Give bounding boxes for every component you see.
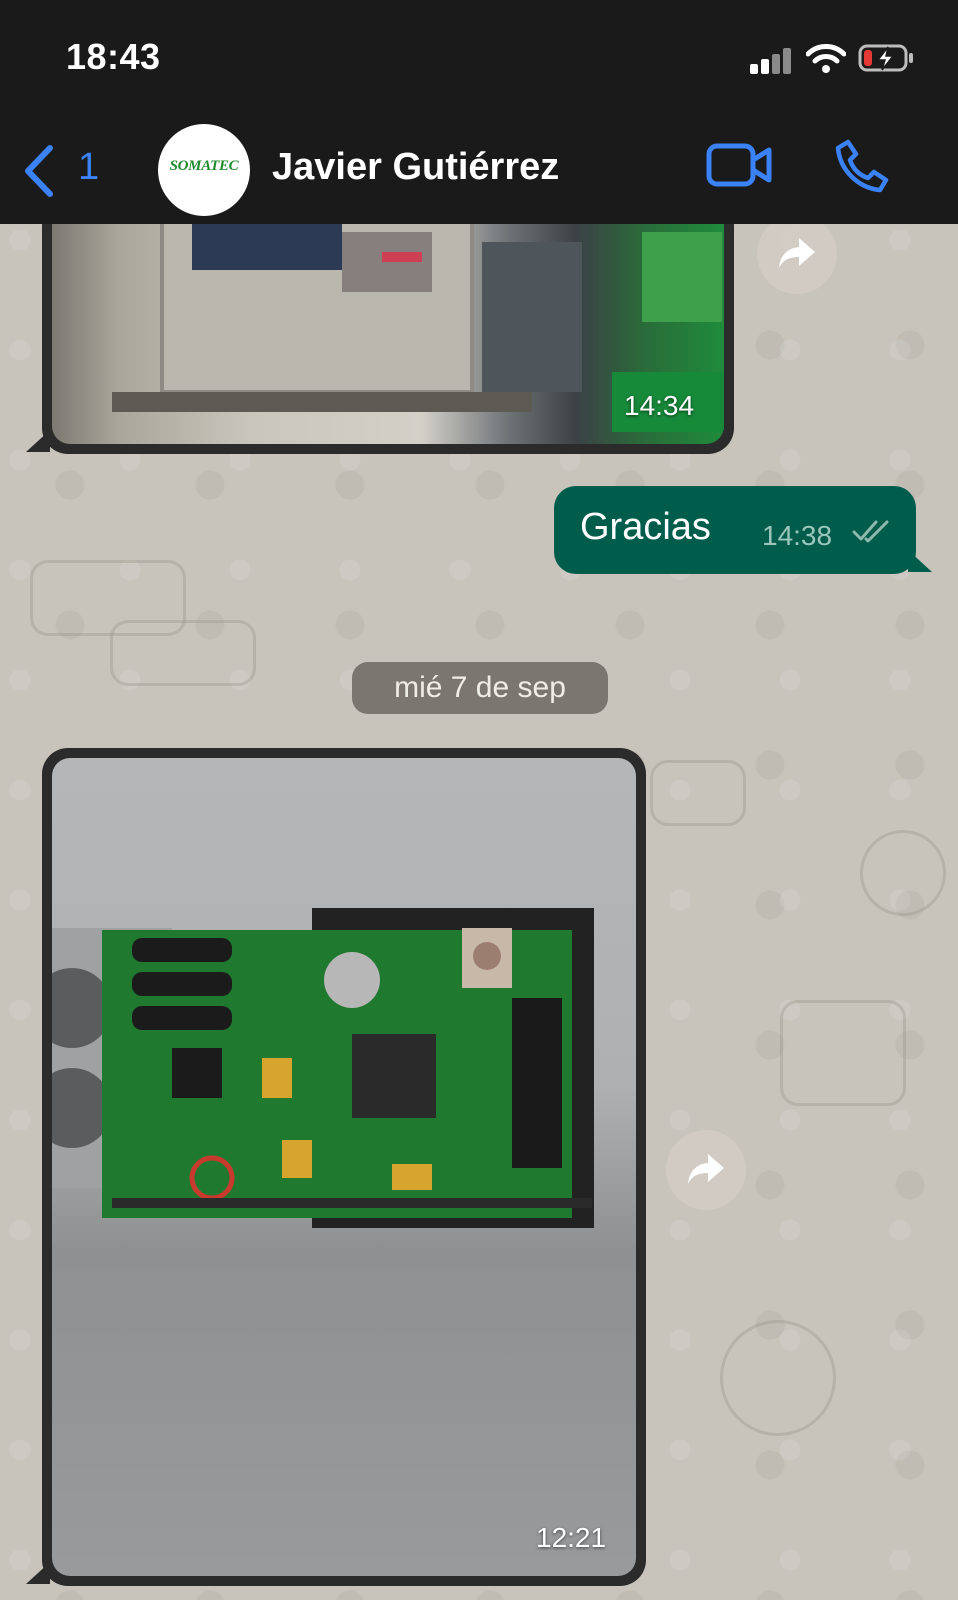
forward-arrow-icon: [779, 238, 815, 268]
outgoing-message-bubble[interactable]: Gracias 14:38: [554, 486, 916, 574]
video-call-button[interactable]: [706, 142, 772, 188]
back-button[interactable]: [20, 144, 56, 198]
forward-arrow-icon: [688, 1154, 724, 1184]
cellular-signal-icon: [750, 48, 794, 74]
image-message-bubble[interactable]: 12:21: [42, 748, 646, 1586]
forward-button[interactable]: [666, 1130, 746, 1210]
wifi-icon: [806, 44, 846, 73]
avatar-logo-text: SOMATEC: [169, 158, 239, 174]
date-separator-label: mié 7 de sep: [394, 671, 566, 704]
chat-header: 18:43 1 SOMATEC Javier Gutiérrez: [0, 0, 958, 224]
battery-charging-icon: [858, 44, 913, 72]
background-doodle: [860, 830, 946, 916]
background-doodle: [780, 1000, 906, 1106]
contact-avatar[interactable]: SOMATEC: [158, 124, 250, 216]
double-check-icon: [852, 520, 889, 543]
background-doodle: [650, 760, 746, 826]
unread-count[interactable]: 1: [78, 146, 99, 189]
date-separator: mié 7 de sep: [352, 662, 608, 714]
status-time: 18:43: [66, 36, 161, 77]
background-doodle: [720, 1320, 836, 1436]
bubble-tail: [26, 1562, 50, 1584]
voice-call-button[interactable]: [834, 138, 890, 194]
forward-button[interactable]: [757, 214, 837, 294]
message-timestamp: 14:38: [762, 520, 833, 551]
message-photo[interactable]: [52, 758, 636, 1576]
pcb-photo-shapes: [52, 908, 594, 1228]
bubble-tail: [26, 430, 50, 452]
message-timestamp: 12:21: [536, 1522, 607, 1553]
message-timestamp: 14:34: [624, 390, 695, 421]
background-doodle: [110, 620, 256, 686]
image-message-bubble[interactable]: 14:34: [42, 200, 734, 454]
bubble-tail: [908, 550, 932, 572]
contact-name[interactable]: Javier Gutiérrez: [272, 146, 559, 189]
message-text: Gracias: [580, 506, 711, 548]
